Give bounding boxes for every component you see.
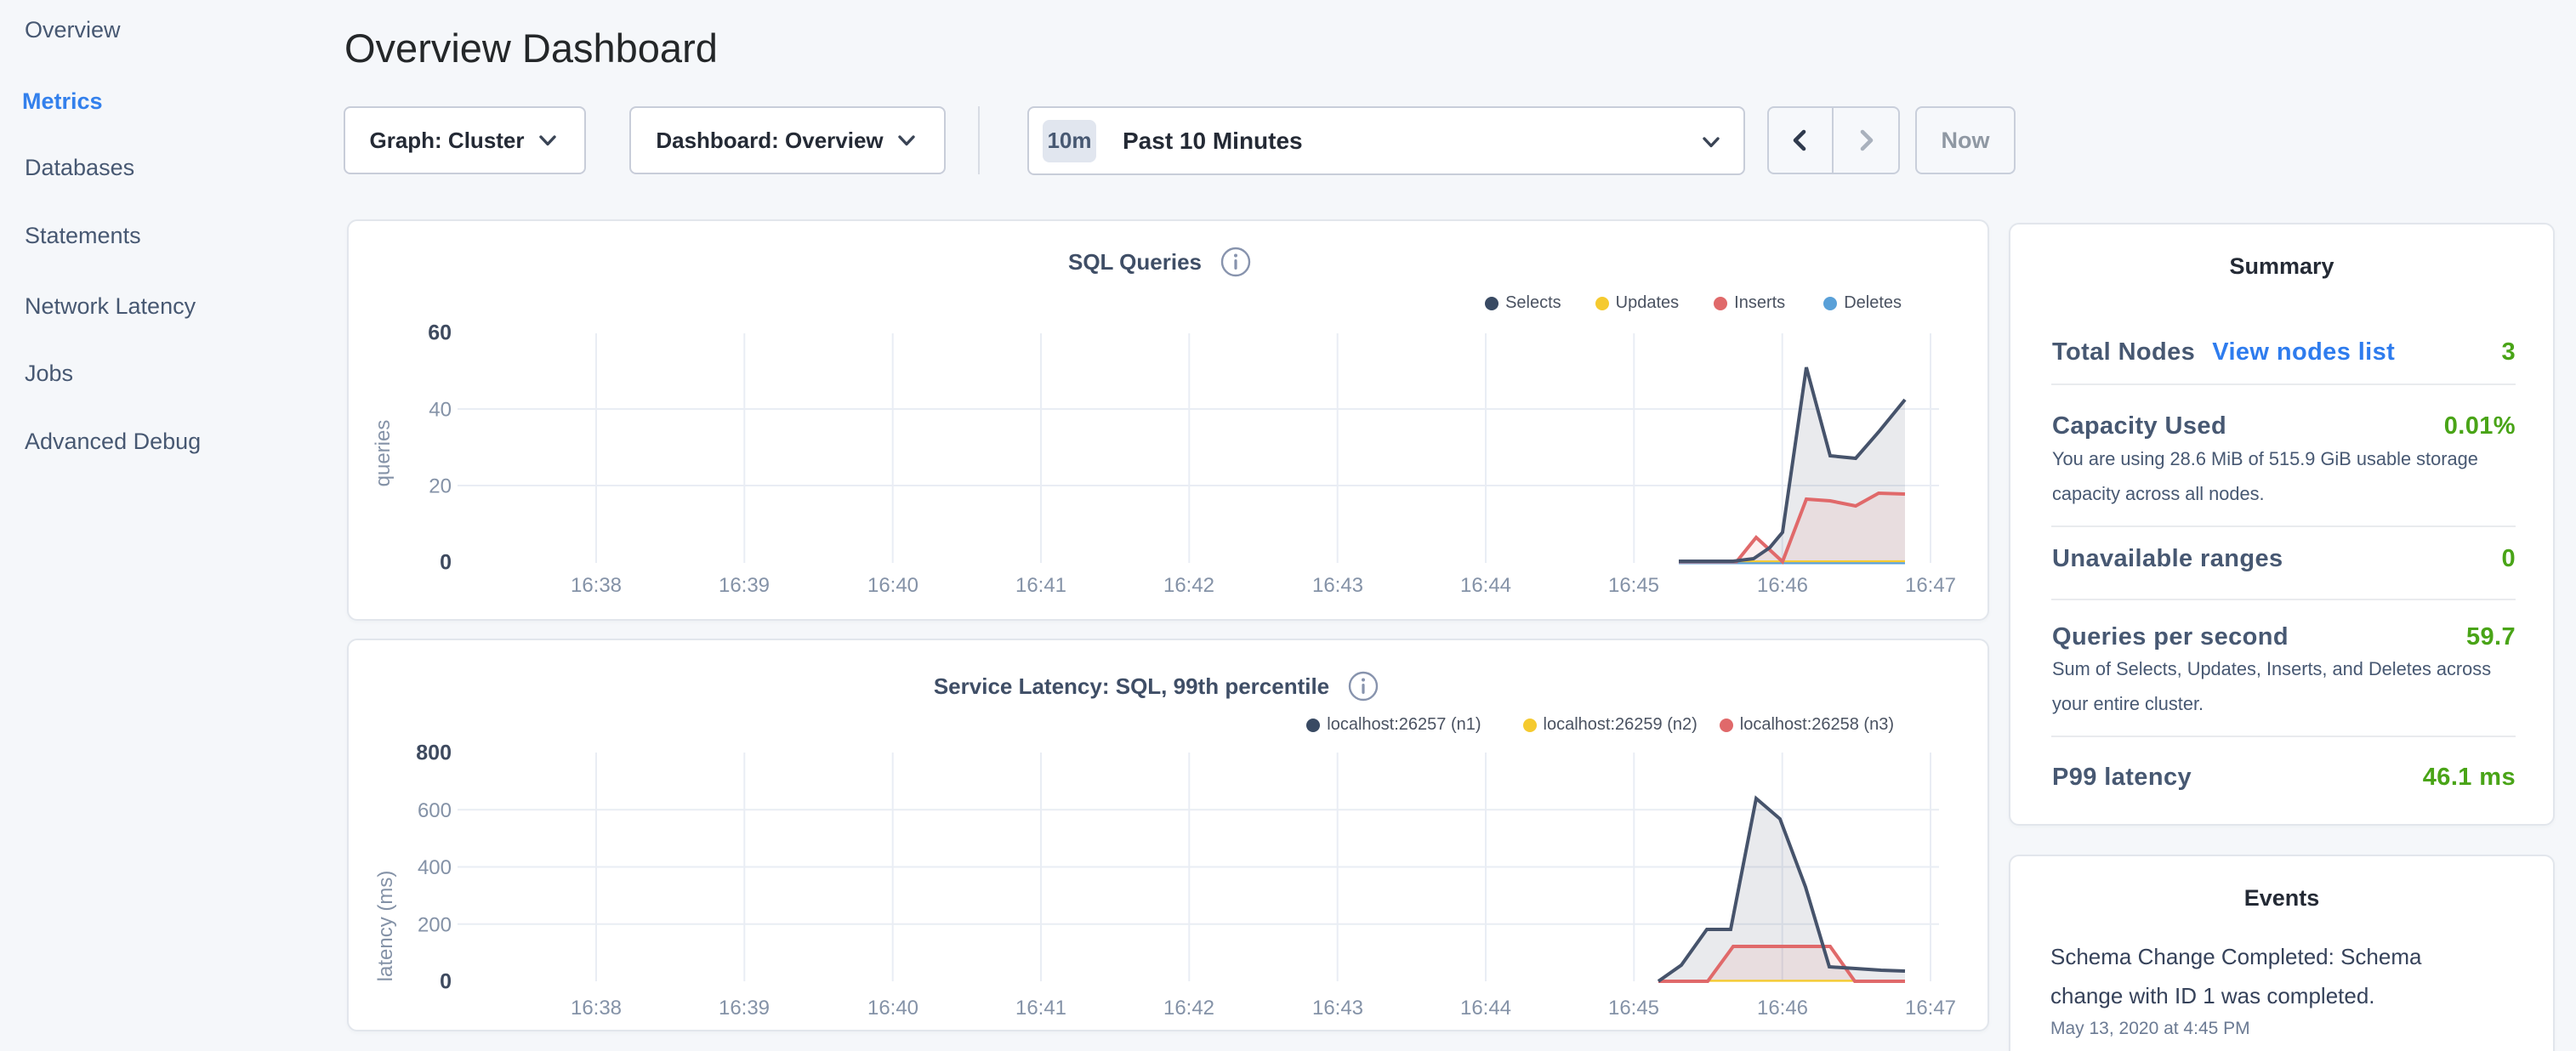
svg-text:60: 60 xyxy=(428,321,452,345)
svg-text:16:40: 16:40 xyxy=(867,997,918,1020)
svg-text:16:43: 16:43 xyxy=(1312,574,1363,597)
svg-text:16:42: 16:42 xyxy=(1163,997,1214,1020)
svg-text:0: 0 xyxy=(440,551,452,575)
svg-text:16:45: 16:45 xyxy=(1608,574,1659,597)
svg-text:16:41: 16:41 xyxy=(1015,574,1066,597)
svg-text:16:42: 16:42 xyxy=(1163,574,1214,597)
svg-text:16:43: 16:43 xyxy=(1312,997,1363,1020)
svg-text:600: 600 xyxy=(418,799,452,822)
svg-text:0: 0 xyxy=(440,970,452,994)
svg-text:20: 20 xyxy=(429,475,452,498)
svg-text:queries: queries xyxy=(372,420,395,487)
svg-text:16:46: 16:46 xyxy=(1757,997,1808,1020)
svg-text:16:47: 16:47 xyxy=(1905,574,1956,597)
svg-text:16:47: 16:47 xyxy=(1905,997,1956,1020)
svg-text:16:41: 16:41 xyxy=(1015,997,1066,1020)
svg-text:16:39: 16:39 xyxy=(719,997,770,1020)
svg-text:16:45: 16:45 xyxy=(1608,997,1659,1020)
svg-text:16:40: 16:40 xyxy=(867,574,918,597)
svg-text:16:44: 16:44 xyxy=(1460,997,1511,1020)
svg-text:16:38: 16:38 xyxy=(571,997,622,1020)
svg-text:latency (ms): latency (ms) xyxy=(374,871,397,982)
svg-text:16:44: 16:44 xyxy=(1460,574,1511,597)
svg-text:16:39: 16:39 xyxy=(719,574,770,597)
svg-text:200: 200 xyxy=(418,913,452,936)
svg-text:40: 40 xyxy=(429,399,452,422)
svg-text:16:46: 16:46 xyxy=(1757,574,1808,597)
svg-text:16:38: 16:38 xyxy=(571,574,622,597)
svg-text:800: 800 xyxy=(416,741,452,765)
svg-text:400: 400 xyxy=(418,856,452,879)
